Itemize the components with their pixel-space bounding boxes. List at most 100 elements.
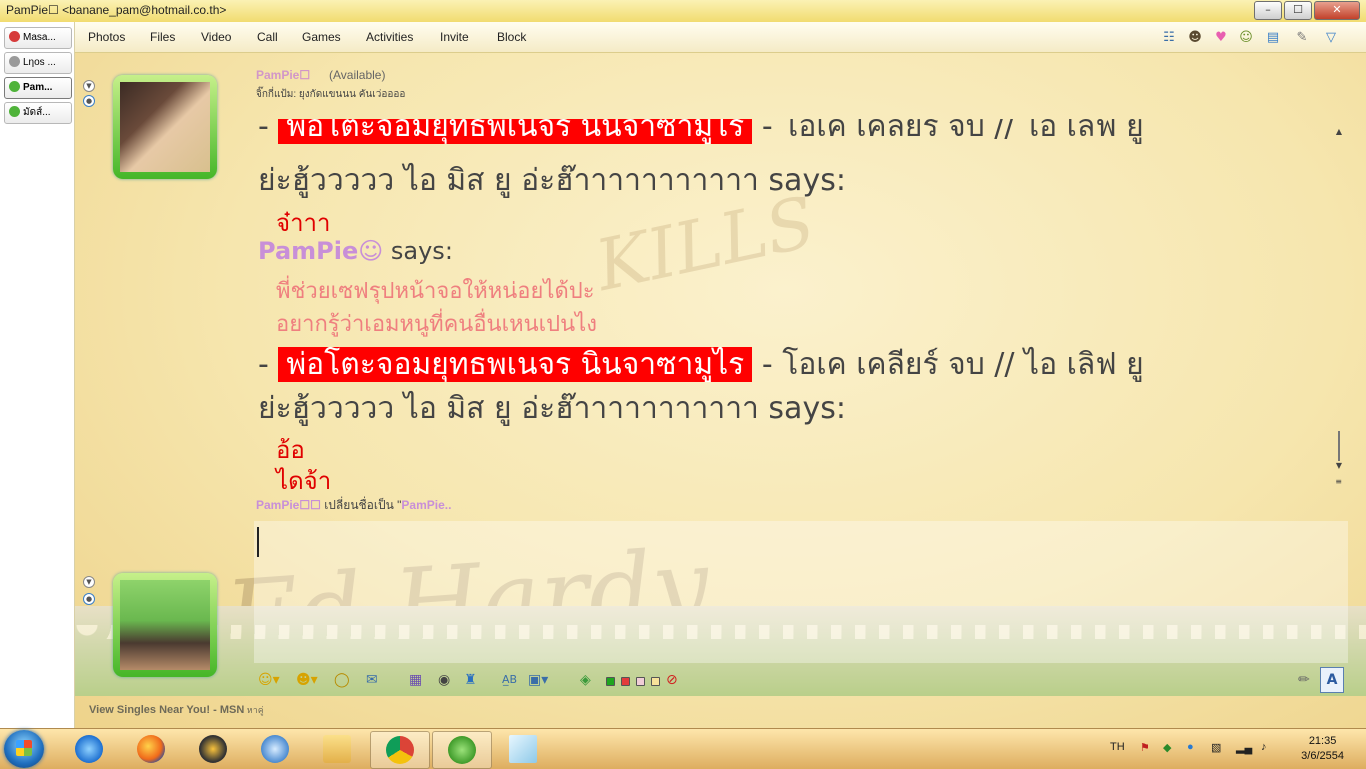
contact-avatar[interactable] — [113, 75, 217, 179]
wink-icon[interactable]: ☻▾ — [296, 672, 318, 688]
contact-tab-lnos[interactable]: Lηos ... — [4, 52, 72, 74]
says-line: ย่ะฮู้ววววว ไอ มิส ยู อ่ะฮ๊าาาาาาาาาาา s… — [258, 391, 846, 426]
color-palette-icon[interactable]: ◈ — [580, 672, 591, 688]
message-text: อยากรู้ว่าเอมหนูที่คนอื่นเหนเปนไง — [276, 312, 597, 337]
emoticon-icon[interactable]: ☺▾ — [258, 672, 280, 688]
taskbar-explorer[interactable] — [308, 731, 366, 767]
share-icon[interactable]: ▤ — [1265, 30, 1281, 46]
chat-line: - พ่อโตะจอมยุทธพเนจร นินจาซามูไร - โอเค … — [258, 341, 1144, 388]
menu-video[interactable]: Video — [201, 30, 231, 44]
pam-nickname: PamPie☺ — [258, 237, 384, 265]
scroll-down-icon[interactable]: ▼ — [1336, 461, 1342, 470]
color-red-swatch[interactable] — [621, 677, 630, 686]
network-share-icon[interactable]: ◆ — [1163, 741, 1171, 754]
menu-invite[interactable]: Invite — [440, 30, 469, 44]
ad-link[interactable]: View Singles Near You! - MSN หาคู่ — [89, 703, 264, 717]
dash-text: - — [258, 119, 269, 144]
menu-call[interactable]: Call — [257, 30, 278, 44]
nickname-tail: - โอเค เคลียร์ จบ // ไอ เลิฟ ยู — [752, 347, 1144, 382]
scroll-thumb[interactable] — [1338, 431, 1340, 461]
media-app-icon — [199, 735, 227, 763]
ad-text: View Singles Near You! - MSN — [89, 704, 245, 716]
conversation-tabs: Masa... Lηos ... Pam... มัดส์... — [0, 22, 75, 728]
shield-icon[interactable]: ♜ — [464, 672, 477, 688]
taskbar-ie[interactable] — [60, 731, 118, 767]
window-controls: – ☐ ✕ — [1254, 1, 1360, 20]
collapse-icon[interactable]: ▼ — [83, 576, 95, 588]
remote-tool-icon — [261, 735, 289, 763]
says-line: PamPie☺ says: — [258, 237, 453, 265]
options-dropdown-icon[interactable]: ▽ — [1323, 30, 1339, 46]
collapse-icon[interactable]: ▼ — [83, 80, 95, 92]
conversation-pane: KILLS Ed Hardy ▼ ● ▼ ● PamPie☐ (Availabl… — [75, 53, 1366, 728]
contact-tab-pam[interactable]: Pam... — [4, 77, 72, 99]
voice-clip-icon[interactable]: ◉ — [438, 672, 450, 688]
system-clock[interactable]: 21:35 3/6/2554 — [1301, 734, 1344, 764]
taskbar-notes[interactable] — [494, 731, 552, 767]
contact-tab-label: Lηos ... — [23, 57, 56, 68]
messenger-tray-icon[interactable]: ● — [1187, 741, 1194, 753]
close-button[interactable]: ✕ — [1314, 1, 1360, 20]
contact-photo — [120, 82, 210, 172]
taskbar-chrome[interactable] — [370, 731, 430, 769]
language-indicator[interactable]: TH — [1110, 741, 1125, 753]
color-pink-swatch[interactable] — [636, 677, 645, 686]
taskbar-app[interactable] — [184, 731, 242, 767]
chat-scrollbar[interactable] — [1334, 131, 1344, 491]
contact-name: PamPie☐ — [256, 68, 311, 82]
maximize-button[interactable]: ☐ — [1284, 1, 1312, 20]
character-icon[interactable]: ☺ — [1238, 30, 1254, 46]
clear-color-icon[interactable]: ⊘ — [666, 672, 678, 688]
contact-tab-label: Pam... — [23, 82, 53, 93]
menu-block[interactable]: Block — [497, 30, 526, 44]
glasses-face-icon[interactable]: ☻ — [1187, 30, 1203, 46]
emoticon-browse-icon[interactable]: ◯ — [334, 672, 350, 688]
folder-icon — [323, 735, 351, 763]
action-center-icon[interactable]: ⚑ — [1140, 741, 1150, 754]
menu-games[interactable]: Games — [302, 30, 341, 44]
menu-activities[interactable]: Activities — [366, 30, 413, 44]
dash-text: - — [258, 347, 269, 382]
menu-files[interactable]: Files — [150, 30, 175, 44]
font-button[interactable]: A — [1320, 667, 1344, 693]
title-bar[interactable]: PamPie☐ <banane_pam@hotmail.co.th> – ☐ ✕ — [0, 0, 1366, 23]
my-avatar[interactable] — [113, 573, 217, 677]
heart-icon[interactable]: ♥ — [1213, 30, 1229, 46]
webcam-icon[interactable]: ● — [83, 95, 95, 107]
notice-new-name: PamPie.. — [401, 498, 452, 512]
device-icon[interactable]: ▧ — [1211, 741, 1221, 754]
color-yellow-swatch[interactable] — [651, 677, 660, 686]
font-style-icon[interactable]: A̲B — [502, 672, 517, 688]
contact-tab-masa[interactable]: Masa... — [4, 27, 72, 49]
online-status-icon — [9, 106, 20, 117]
scroll-end-icon[interactable]: ≡ — [1335, 477, 1342, 486]
gamepad-icon[interactable]: ☷ — [1161, 30, 1177, 46]
personal-message: จิ๊กกี่แป้ม: ยุงกัดแขนนน คันเว่ออออ — [256, 89, 406, 100]
clock-time: 21:35 — [1308, 735, 1337, 747]
online-status-icon — [9, 81, 20, 92]
menu-photos[interactable]: Photos — [88, 30, 125, 44]
contact-tab-mat[interactable]: มัดส์... — [4, 102, 72, 124]
says-line: ย่ะฮู้ววววว ไอ มิส ยู อ่ะฮ๊าาาาาาาาาาา s… — [258, 163, 846, 198]
taskbar-remote[interactable] — [246, 731, 304, 767]
volume-icon[interactable]: ♪ — [1261, 741, 1267, 753]
taskbar-firefox[interactable] — [122, 731, 180, 767]
says-text: says: — [383, 237, 453, 265]
messenger-icon — [448, 736, 476, 764]
webcam-icon[interactable]: ● — [83, 593, 95, 605]
message-input[interactable] — [254, 521, 1348, 663]
background-picker-icon[interactable]: ▣▾ — [528, 672, 548, 688]
chat-history[interactable]: - พ่อโตะจอมยุทธพเนจร นินจาซามูไร - โอเค … — [254, 119, 1344, 491]
signal-icon[interactable]: ▂▄ — [1236, 741, 1252, 754]
handwriting-grid-icon[interactable]: ▦ — [409, 672, 422, 688]
minimize-button[interactable]: – — [1254, 1, 1282, 20]
format-toolbar: ☺▾ ☻▾ ◯ ✉ ▦ ◉ ♜ A̲B ▣▾ ◈ ⊘ ✏ A — [254, 667, 1348, 695]
handwriting-pen-icon[interactable]: ✏ — [1298, 672, 1310, 688]
start-button[interactable] — [4, 730, 44, 768]
color-green-swatch[interactable] — [606, 677, 615, 686]
nudge-icon[interactable]: ✉ — [366, 672, 378, 688]
nickname-tail: - โอเค เคลียร์ จบ // ไอ เลิฟ ยู — [752, 119, 1144, 144]
my-photo — [120, 580, 210, 670]
taskbar-messenger[interactable] — [432, 731, 492, 769]
pen-icon[interactable]: ✎ — [1294, 30, 1310, 46]
